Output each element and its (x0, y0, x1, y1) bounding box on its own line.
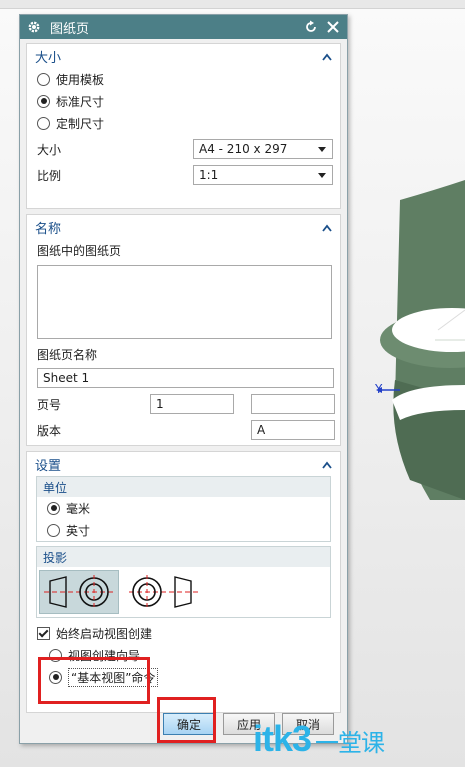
page-number-label: 页号 (37, 397, 62, 412)
dialog-title: 图纸页 (50, 21, 90, 37)
reset-icon[interactable] (303, 19, 319, 35)
axis-label: Y (375, 382, 383, 396)
revision-field[interactable]: A (251, 420, 335, 440)
sheet-name-label: 图纸页名称 (37, 347, 98, 362)
size-dropdown[interactable]: A4 - 210 x 297 (193, 139, 333, 159)
always-start-view-creation-checkbox[interactable]: 始终启动视图创建 (27, 622, 340, 644)
drawing-sheet-dialog: 图纸页 大小 使用模板 标准尺寸 定制尺寸 大小 A4 - 210 x 297 (19, 14, 348, 744)
scale-label: 比例 (37, 168, 62, 183)
chevron-up-icon[interactable] (322, 50, 332, 65)
settings-section-header[interactable]: 设置 (27, 452, 340, 476)
highlight-box-ok-button (157, 697, 216, 743)
size-label: 大小 (37, 142, 62, 157)
page-number-field[interactable]: 1 (150, 394, 234, 414)
sheet-name-field[interactable]: Sheet 1 (37, 368, 334, 388)
first-angle-projection-button[interactable] (39, 570, 119, 614)
chevron-down-icon[interactable] (318, 173, 326, 178)
watermark-logo: itk3 一堂课 (253, 718, 385, 759)
units-label: 单位 (43, 480, 68, 495)
sheets-in-drawing-label: 图纸中的图纸页 (37, 243, 122, 258)
radio-millimeter[interactable]: 毫米 (37, 497, 330, 519)
radio-use-template[interactable]: 使用模板 (27, 68, 340, 90)
radio-inch[interactable]: 英寸 (37, 519, 330, 541)
gear-icon[interactable] (26, 19, 42, 35)
third-angle-projection-button[interactable] (125, 571, 203, 613)
checkbox-checked[interactable] (37, 626, 50, 640)
chevron-up-icon[interactable] (322, 458, 332, 473)
radio-custom-size[interactable]: 定制尺寸 (27, 112, 340, 134)
radio-standard-size[interactable]: 标准尺寸 (27, 90, 340, 112)
radio-button[interactable] (37, 72, 50, 86)
chevron-down-icon[interactable] (318, 147, 326, 152)
name-section: 名称 图纸中的图纸页 图纸页名称 Sheet 1 页号 1 版本 A (26, 214, 341, 446)
radio-button[interactable] (37, 116, 50, 130)
sheets-list[interactable] (37, 265, 332, 339)
third-angle-projection-icon (129, 575, 199, 609)
highlight-box-base-view-option (38, 657, 150, 704)
toolbar-strip (0, 0, 465, 9)
close-icon[interactable] (325, 19, 341, 35)
units-group: 单位 毫米 英寸 (36, 476, 331, 542)
first-angle-projection-icon (44, 575, 114, 609)
radio-button[interactable] (47, 523, 60, 537)
size-section-title: 大小 (35, 50, 62, 66)
projection-group: 投影 (36, 546, 331, 618)
settings-section-title: 设置 (35, 458, 62, 474)
cad-model[interactable] (340, 180, 465, 500)
scale-dropdown[interactable]: 1:1 (193, 165, 333, 185)
revision-label: 版本 (37, 423, 62, 438)
page-number-extra-field[interactable] (251, 394, 335, 414)
radio-button-selected[interactable] (47, 501, 60, 515)
radio-button-selected[interactable] (37, 94, 50, 108)
projection-label: 投影 (43, 550, 68, 565)
dialog-titlebar: 图纸页 (20, 15, 347, 39)
size-section-header[interactable]: 大小 (27, 44, 340, 68)
name-section-title: 名称 (35, 221, 62, 237)
size-section: 大小 使用模板 标准尺寸 定制尺寸 大小 A4 - 210 x 297 比例 1… (26, 43, 341, 209)
name-section-header[interactable]: 名称 (27, 215, 340, 239)
chevron-up-icon[interactable] (322, 221, 332, 236)
